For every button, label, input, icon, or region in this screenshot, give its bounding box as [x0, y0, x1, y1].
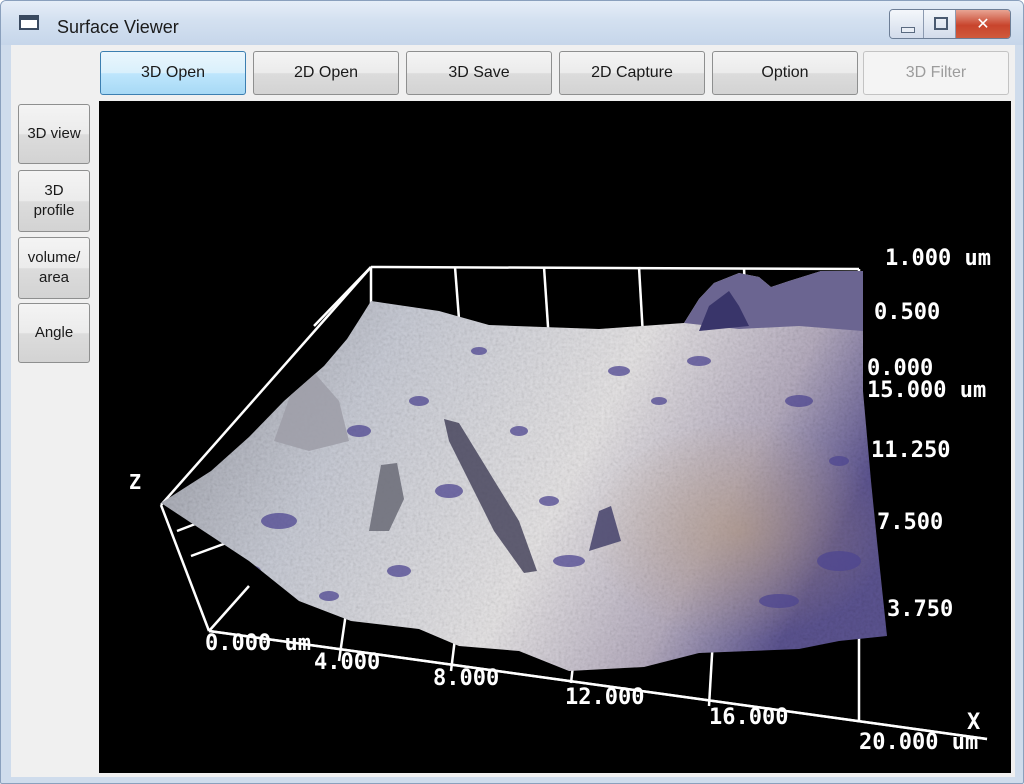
x-tick-label-5: 16.000 — [709, 705, 788, 730]
x-tick-label-4: 12.000 — [565, 685, 644, 710]
profile-3d-label-line2: profile — [33, 202, 75, 219]
window-controls: ✕ — [889, 9, 1011, 39]
save-3d-button[interactable]: 3D Save — [406, 51, 552, 95]
capture-2d-button[interactable]: 2D Capture — [559, 51, 705, 95]
app-window-icon — [19, 15, 39, 30]
title-bar[interactable]: Surface Viewer ✕ — [1, 1, 1023, 45]
surface-mesh — [161, 271, 887, 671]
profile-3d-button[interactable]: 3D profile — [18, 170, 90, 232]
y-tick-label-2: 11.250 — [871, 438, 950, 463]
x-tick-label-3: 8.000 — [433, 666, 499, 691]
volume-area-button[interactable]: volume/ area — [18, 237, 90, 299]
angle-button[interactable]: Angle — [18, 303, 90, 363]
maximize-icon[interactable] — [924, 10, 956, 38]
angle-label: Angle — [34, 324, 74, 341]
open-2d-button[interactable]: 2D Open — [253, 51, 399, 95]
x-tick-label-6: 20.000 um — [859, 730, 978, 755]
z-axis-label: Z — [129, 470, 141, 494]
surface-viewer-window: Surface Viewer ✕ 3D Open 2D Open 3D Save… — [0, 0, 1024, 784]
view-3d-label: 3D view — [27, 125, 81, 142]
volume-area-label-line2: area — [38, 269, 70, 286]
window-title: Surface Viewer — [57, 17, 179, 37]
y-tick-label-1: 15.000 um — [867, 378, 986, 403]
x-tick-label-2: 4.000 — [314, 650, 380, 675]
client-area: 3D Open 2D Open 3D Save 2D Capture Optio… — [11, 45, 1015, 777]
y-tick-label-4: 3.750 — [887, 597, 953, 622]
minimize-icon[interactable] — [890, 10, 924, 38]
close-icon[interactable]: ✕ — [956, 10, 1010, 38]
x-tick-label-1: 0.000 um — [205, 631, 311, 656]
open-3d-button[interactable]: 3D Open — [100, 51, 246, 95]
surface-3d-viewport[interactable]: Z X 1.000 um 0.500 0.000 15.000 um 11.25… — [99, 101, 1011, 773]
z-tick-label-1: 1.000 um — [885, 246, 991, 271]
view-3d-button[interactable]: 3D view — [18, 104, 90, 164]
surface-plot-svg: Z X 1.000 um 0.500 0.000 15.000 um 11.25… — [129, 246, 991, 755]
volume-area-label-line1: volume/ — [27, 249, 81, 266]
z-tick-label-2: 0.500 — [874, 300, 940, 325]
option-button[interactable]: Option — [712, 51, 858, 95]
profile-3d-label-line1: 3D — [44, 182, 64, 199]
y-tick-label-3: 7.500 — [877, 510, 943, 535]
filter-3d-button[interactable]: 3D Filter — [863, 51, 1009, 95]
